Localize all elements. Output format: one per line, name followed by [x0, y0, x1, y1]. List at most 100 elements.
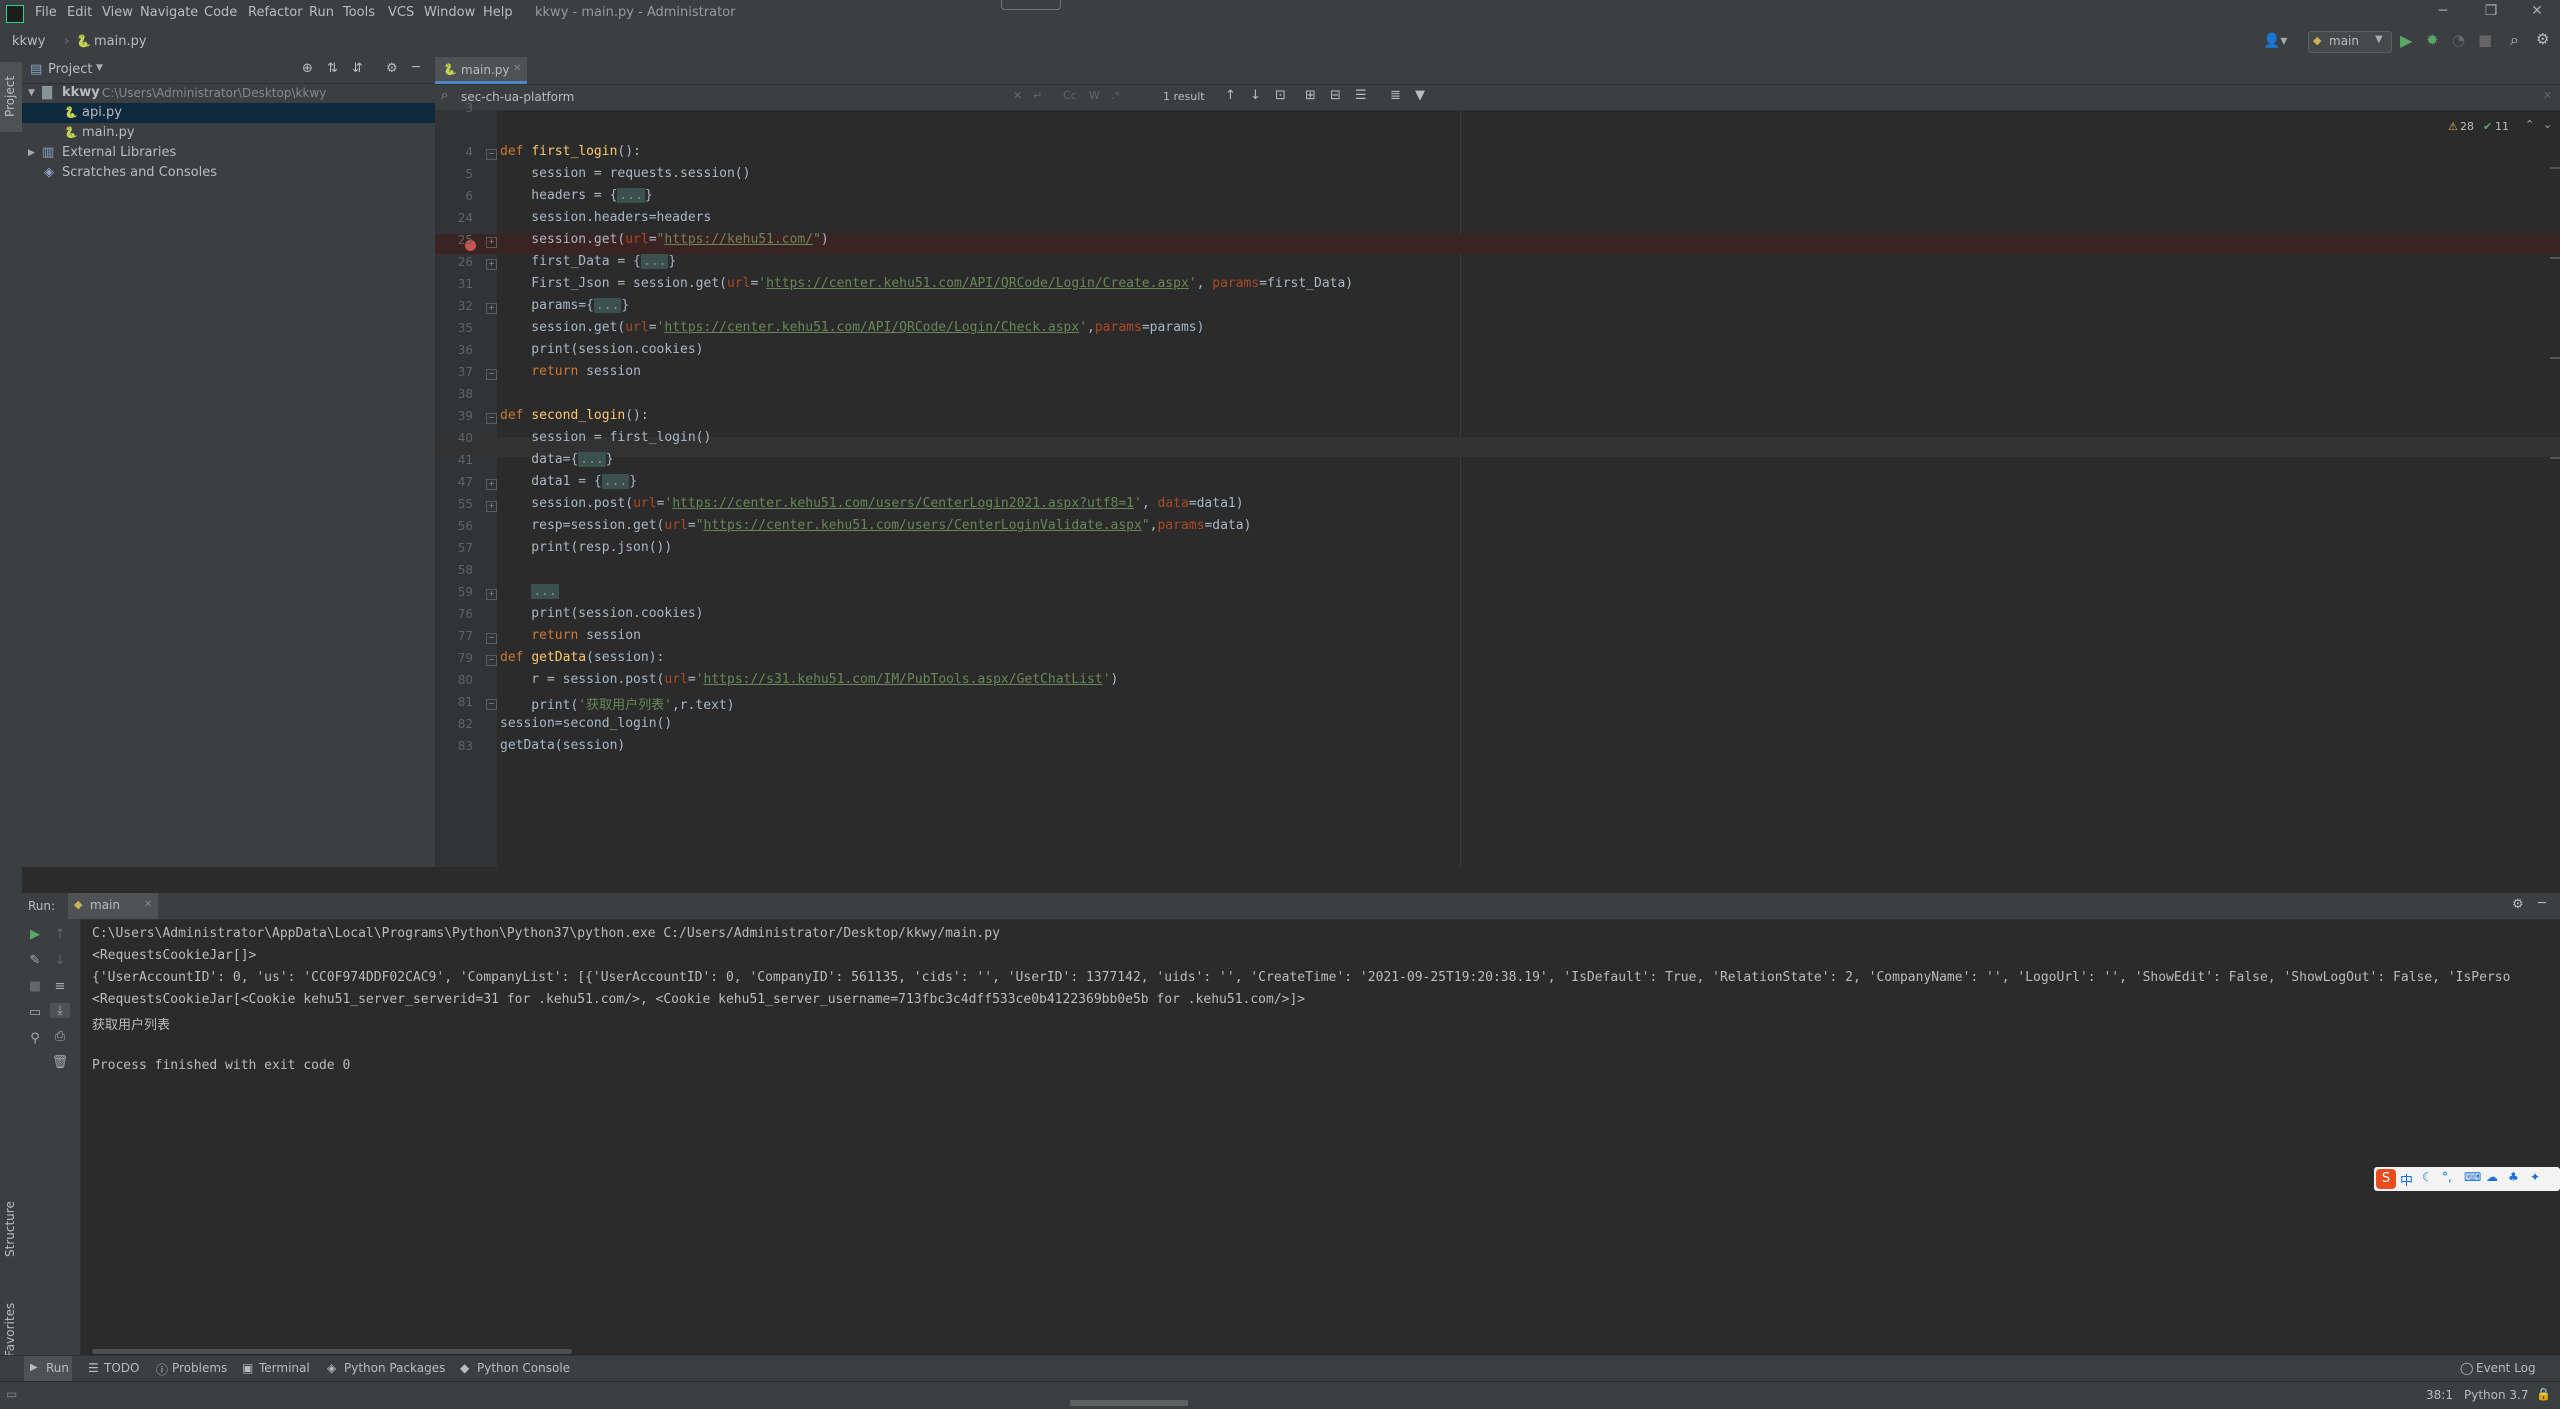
- code-line[interactable]: return session: [500, 628, 641, 643]
- fold-marker-icon[interactable]: −: [486, 699, 497, 710]
- code-line[interactable]: first_Data = {...}: [500, 254, 676, 269]
- layout-toggle-icon[interactable]: ▭: [6, 1387, 17, 1401]
- ime-toolbar[interactable]: S 中 ☾ °, ⌨ ☁ ♣ ✦: [2374, 1167, 2560, 1191]
- tree-root-kkwy[interactable]: ▼ ▇ kkwy C:\Users\Administrator\Desktop\…: [22, 83, 435, 103]
- code-line[interactable]: session = first_login(): [500, 430, 711, 445]
- trash-icon[interactable]: 🗑: [50, 1055, 70, 1070]
- url-create[interactable]: https://center.kehu51.com/API/QRCode/Log…: [766, 276, 1189, 291]
- code-line[interactable]: def second_login():: [500, 408, 649, 423]
- restore-icon[interactable]: ❐: [2476, 3, 2506, 19]
- bottom-tab-run[interactable]: ▶ Run: [24, 1356, 72, 1382]
- menu-navigate[interactable]: Navigate: [140, 5, 198, 20]
- code-line[interactable]: print(session.cookies): [500, 606, 703, 621]
- scroll-down-icon[interactable]: ↓: [50, 953, 70, 968]
- tree-file-api[interactable]: 🐍 api.py: [22, 103, 435, 123]
- code-line[interactable]: params={...}: [500, 298, 629, 313]
- menu-window[interactable]: Window: [424, 5, 475, 20]
- code-line[interactable]: session.get(url='https://center.kehu51.c…: [500, 320, 1204, 335]
- rerun-icon[interactable]: ▶: [25, 927, 45, 942]
- scroll-to-end-icon[interactable]: ⤓: [50, 1003, 70, 1018]
- pin-icon[interactable]: ⚲: [25, 1031, 45, 1046]
- print-icon[interactable]: ⎙: [50, 1029, 70, 1044]
- fold-marker-icon[interactable]: +: [486, 589, 497, 600]
- gear-icon[interactable]: ⚙: [386, 61, 398, 76]
- bottom-tab-problems[interactable]: Problems: [172, 1361, 227, 1375]
- tree-external-libraries[interactable]: ▶ ▥ External Libraries: [22, 143, 435, 163]
- breadcrumb-file[interactable]: main.py: [94, 34, 147, 49]
- caret-position[interactable]: 38:1: [2426, 1388, 2453, 1402]
- next-occurrence-icon[interactable]: ↓: [1250, 88, 1261, 103]
- code-line[interactable]: def getData(session):: [500, 650, 664, 665]
- in-selection-icon[interactable]: ≣: [1390, 88, 1401, 103]
- url-login[interactable]: https://center.kehu51.com/users/CenterLo…: [672, 496, 1134, 511]
- coverage-icon[interactable]: ◔: [2452, 31, 2465, 49]
- user-icon[interactable]: 👤▾: [2263, 33, 2287, 49]
- regex-toggle[interactable]: .*: [1111, 89, 1120, 102]
- settings-icon[interactable]: ⚙: [2536, 30, 2549, 48]
- wrench-icon[interactable]: ✎: [25, 953, 45, 968]
- menu-file[interactable]: File: [35, 5, 57, 20]
- bottom-tab-python-packages[interactable]: Python Packages: [344, 1361, 445, 1375]
- lock-icon[interactable]: 🔒: [2536, 1387, 2551, 1401]
- code-line[interactable]: def first_login():: [500, 144, 641, 159]
- breadcrumb-project[interactable]: kkwy: [12, 34, 45, 49]
- menu-help[interactable]: Help: [483, 5, 513, 20]
- code-line[interactable]: print(session.cookies): [500, 342, 703, 357]
- soft-wrap-icon[interactable]: ≡: [50, 979, 70, 994]
- code-line[interactable]: First_Json = session.get(url='https://ce…: [500, 276, 1353, 291]
- code-line[interactable]: session.post(url='https://center.kehu51.…: [500, 496, 1243, 511]
- code-line[interactable]: print('获取用户列表',r.text): [500, 694, 734, 713]
- menu-code[interactable]: Code: [204, 5, 237, 20]
- expand-all-icon[interactable]: ⇅: [327, 61, 338, 76]
- scroll-up-icon[interactable]: ↑: [50, 927, 70, 942]
- close-tab-icon[interactable]: ✕: [144, 899, 152, 910]
- run-icon[interactable]: ▶: [2400, 31, 2412, 50]
- run-tab-main[interactable]: ◆ main ✕: [68, 893, 158, 919]
- bottom-tab-terminal[interactable]: Terminal: [259, 1361, 310, 1375]
- search-everywhere-icon[interactable]: ⌕: [2510, 30, 2519, 50]
- fold-marker-icon[interactable]: +: [486, 303, 497, 314]
- code-line[interactable]: data1 = {...}: [500, 474, 637, 489]
- code-line[interactable]: return session: [500, 364, 641, 379]
- layout-icon[interactable]: ▭: [25, 1005, 45, 1020]
- url-check[interactable]: https://center.kehu51.com/API/QRCode/Log…: [664, 320, 1079, 335]
- new-line-icon[interactable]: ↵: [1033, 89, 1042, 102]
- menu-vcs[interactable]: VCS: [388, 5, 414, 20]
- project-panel-title[interactable]: Project: [48, 62, 92, 77]
- skin-icon[interactable]: ♣: [2508, 1170, 2519, 1184]
- fold-marker-icon[interactable]: −: [486, 633, 497, 644]
- stop-icon[interactable]: ■: [2478, 31, 2492, 49]
- code-line[interactable]: getData(session): [500, 738, 625, 753]
- warning-icon[interactable]: ⚠: [2448, 120, 2458, 133]
- code-line[interactable]: session=second_login(): [500, 716, 672, 731]
- select-occurrences-icon[interactable]: ☰: [1355, 88, 1367, 103]
- keyboard-icon[interactable]: ⌨: [2464, 1170, 2481, 1184]
- select-all-occurrences-icon[interactable]: ⊡: [1275, 88, 1286, 103]
- debug-icon[interactable]: ✹: [2426, 31, 2439, 49]
- menu-edit[interactable]: Edit: [67, 5, 92, 20]
- fold-marker-icon[interactable]: −: [486, 413, 497, 424]
- hide-panel-icon[interactable]: ─: [412, 60, 420, 75]
- match-case-toggle[interactable]: Cc: [1063, 89, 1077, 102]
- fold-marker-icon[interactable]: +: [486, 237, 497, 248]
- previous-highlight-icon[interactable]: ⌃: [2525, 118, 2534, 131]
- tools-icon[interactable]: ✦: [2530, 1170, 2540, 1184]
- url-validate[interactable]: https://center.kehu51.com/users/CenterLo…: [704, 518, 1142, 533]
- gear-icon[interactable]: ⚙: [2512, 897, 2524, 912]
- code-line[interactable]: session.headers=headers: [500, 210, 711, 225]
- editor-tab-main[interactable]: 🐍 main.py ✕: [435, 57, 527, 84]
- menu-tools[interactable]: Tools: [343, 5, 375, 20]
- locate-icon[interactable]: ⊕: [302, 61, 313, 76]
- bottom-tab-todo[interactable]: TODO: [104, 1361, 139, 1375]
- horizontal-scrollbar[interactable]: [92, 1349, 572, 1354]
- close-find-icon[interactable]: ✕: [2543, 89, 2552, 102]
- chevron-down-icon[interactable]: ▼: [96, 63, 103, 73]
- fold-marker-icon[interactable]: +: [486, 259, 497, 270]
- whole-word-toggle[interactable]: W: [1089, 89, 1100, 102]
- minimize-icon[interactable]: ─: [2428, 3, 2458, 19]
- project-stripe-label[interactable]: Project: [3, 76, 17, 117]
- add-occurrence-icon[interactable]: ⊞: [1305, 88, 1316, 103]
- code-line[interactable]: headers = {...}: [500, 188, 653, 203]
- menu-refactor[interactable]: Refactor: [248, 5, 303, 20]
- ok-check-icon[interactable]: ✔: [2483, 120, 2492, 133]
